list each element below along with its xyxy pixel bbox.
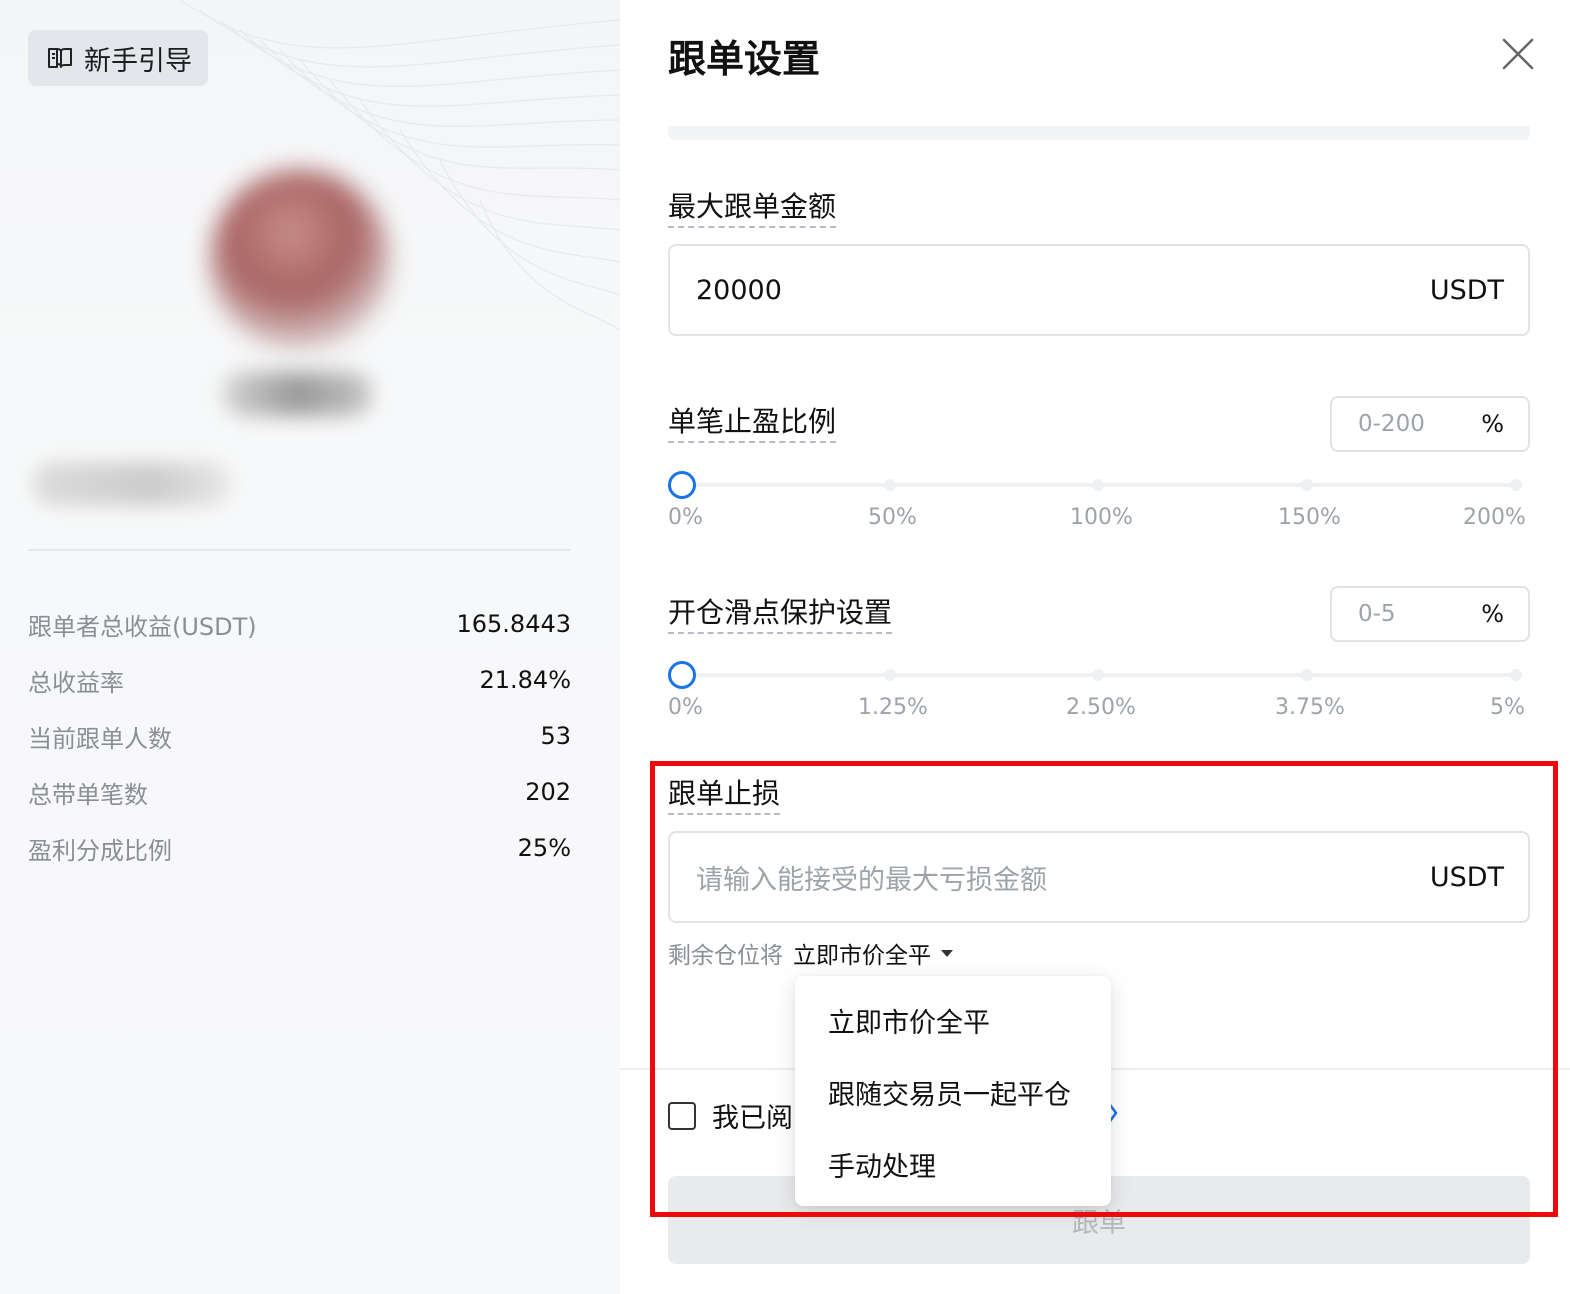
stat-label: 跟单者总收益(USDT) (28, 612, 257, 641)
stat-value: 165.8443 (456, 610, 571, 638)
percent-unit: % (1481, 600, 1504, 628)
dropdown-option-market-close[interactable]: 立即市价全平 (795, 984, 1111, 1056)
max-amount-unit: USDT (1429, 274, 1504, 306)
tick-label: 0% (668, 695, 703, 720)
tick-label: 150% (1278, 505, 1341, 530)
stat-label: 当前跟单人数 (28, 724, 172, 753)
tick-label: 2.50% (1066, 695, 1136, 720)
agreement-row: 我已阅 (668, 1096, 793, 1135)
tick-label: 50% (868, 505, 917, 530)
slider-handle[interactable] (668, 471, 696, 499)
stat-value: 202 (525, 778, 571, 806)
slider-handle[interactable] (668, 661, 696, 689)
slider-step-dot (884, 669, 896, 681)
close-mode-select[interactable]: 立即市价全平 (793, 936, 953, 970)
tick-label: 3.75% (1275, 695, 1345, 720)
tick-label: 0% (668, 505, 703, 530)
stat-row-profit-share: 盈利分成比例 25% (28, 820, 571, 876)
slippage-placeholder: 0-5 (1358, 601, 1396, 627)
tick-label: 1.25% (858, 695, 928, 720)
agreement-text: 我已阅 (712, 1103, 793, 1134)
take-profit-label[interactable]: 单笔止盈比例 (668, 405, 837, 443)
max-amount-label[interactable]: 最大跟单金额 (668, 190, 837, 228)
slippage-label[interactable]: 开仓滑点保护设置 (668, 596, 893, 634)
stat-row-total-orders: 总带单笔数 202 (28, 764, 571, 820)
slippage-input[interactable]: 0-5 % (1330, 586, 1530, 642)
close-mode-selected: 立即市价全平 (793, 943, 931, 969)
remaining-position-label: 剩余仓位将 (668, 943, 783, 969)
stat-label: 盈利分成比例 (28, 836, 172, 865)
slippage-tick-labels: 0% 1.25% 2.50% 3.75% 5% (668, 695, 1530, 725)
tick-label: 200% (1463, 505, 1526, 530)
trader-name-blurred (222, 372, 372, 416)
stat-row-total-profit: 跟单者总收益(USDT) 165.8443 (28, 596, 571, 652)
profile-divider (28, 549, 571, 551)
close-mode-dropdown: 立即市价全平 跟随交易员一起平仓 手动处理 (795, 976, 1111, 1206)
take-profit-input[interactable]: 0-200 % (1330, 396, 1530, 452)
slider-step-dot (1092, 669, 1104, 681)
stat-label: 总带单笔数 (28, 780, 148, 809)
tick-label: 5% (1490, 695, 1525, 720)
caret-down-icon (941, 949, 953, 957)
take-profit-tick-labels: 0% 50% 100% 150% 200% (668, 505, 1530, 535)
dropdown-option-follow-trader[interactable]: 跟随交易员一起平仓 (795, 1056, 1111, 1128)
beginner-guide-label: 新手引导 (84, 45, 192, 77)
trader-tags-blurred (32, 462, 232, 506)
trader-profile-panel: 新手引导 跟单者总收益(USDT) 165.8443 总收益率 21.84% 当… (0, 0, 620, 1294)
tick-label: 100% (1070, 505, 1133, 530)
slider-step-dot (1510, 669, 1522, 681)
slider-step-dot (1092, 479, 1104, 491)
slider-step-dot (1510, 479, 1522, 491)
stat-row-total-return-rate: 总收益率 21.84% (28, 652, 571, 708)
stop-loss-label[interactable]: 跟单止损 (668, 777, 781, 815)
take-profit-slider[interactable] (668, 470, 1530, 500)
slippage-slider[interactable] (668, 660, 1530, 690)
max-amount-input[interactable]: 20000 USDT (668, 244, 1530, 336)
stop-loss-unit: USDT (1429, 861, 1504, 893)
scroll-fade-strip (668, 126, 1530, 140)
page-title: 跟单设置 (668, 37, 821, 81)
stat-value: 25% (517, 834, 571, 862)
slider-step-dot (1301, 669, 1313, 681)
take-profit-placeholder: 0-200 (1358, 411, 1425, 437)
percent-unit: % (1481, 410, 1504, 438)
dropdown-option-manual[interactable]: 手动处理 (795, 1128, 1111, 1200)
slider-step-dot (1301, 479, 1313, 491)
close-icon[interactable] (1498, 34, 1538, 74)
max-amount-value: 20000 (696, 274, 782, 306)
stat-label: 总收益率 (28, 668, 124, 697)
stop-loss-placeholder: 请输入能接受的最大亏损金额 (696, 864, 1047, 896)
stat-row-current-followers: 当前跟单人数 53 (28, 708, 571, 764)
trader-avatar (210, 170, 390, 350)
remaining-position-row: 剩余仓位将 立即市价全平 (668, 936, 953, 970)
book-icon (48, 48, 72, 68)
stat-value: 21.84% (479, 666, 571, 694)
stop-loss-input[interactable]: 请输入能接受的最大亏损金额 USDT (668, 831, 1530, 923)
slider-step-dot (884, 479, 896, 491)
trader-stats-list: 跟单者总收益(USDT) 165.8443 总收益率 21.84% 当前跟单人数… (28, 596, 571, 876)
agreement-checkbox[interactable] (668, 1101, 696, 1130)
beginner-guide-button[interactable]: 新手引导 (28, 30, 208, 86)
stat-value: 53 (540, 722, 571, 750)
